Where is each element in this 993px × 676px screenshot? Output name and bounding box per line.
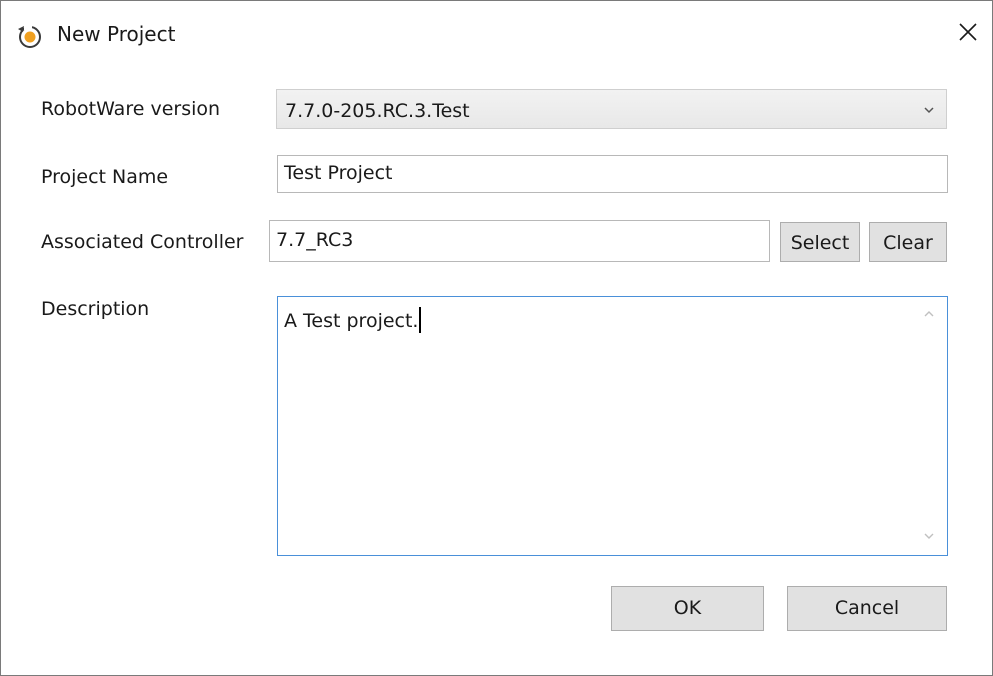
new-project-dialog: New Project RobotWare version 7.7.0-205.… bbox=[0, 0, 993, 676]
robotware-version-dropdown[interactable]: 7.7.0-205.RC.3.Test bbox=[276, 89, 947, 129]
scroll-down-button[interactable] bbox=[912, 520, 946, 554]
project-name-field[interactable]: Test Project bbox=[277, 155, 948, 193]
chevron-down-icon bbox=[922, 528, 936, 547]
chevron-down-icon bbox=[922, 102, 936, 116]
select-button[interactable]: Select bbox=[780, 222, 860, 262]
associated-controller-field[interactable]: 7.7_RC3 bbox=[269, 220, 770, 262]
project-name-value: Test Project bbox=[284, 162, 393, 184]
project-name-label: Project Name bbox=[41, 166, 169, 188]
description-value: A Test project. bbox=[284, 310, 419, 332]
robotware-version-label: RobotWare version bbox=[41, 98, 221, 120]
title-bar: New Project bbox=[1, 1, 992, 67]
window-title: New Project bbox=[57, 22, 176, 46]
description-text: A Test project. bbox=[284, 307, 422, 333]
description-textarea[interactable]: A Test project. bbox=[277, 296, 948, 556]
clear-button-label: Clear bbox=[883, 232, 933, 254]
chevron-up-icon bbox=[922, 306, 936, 325]
cancel-button-label: Cancel bbox=[834, 597, 900, 619]
cancel-button[interactable]: Cancel bbox=[787, 586, 947, 631]
scroll-up-button[interactable] bbox=[912, 298, 946, 332]
associated-controller-label: Associated Controller bbox=[41, 231, 244, 253]
text-caret bbox=[419, 307, 422, 333]
associated-controller-value: 7.7_RC3 bbox=[276, 229, 354, 251]
ok-button[interactable]: OK bbox=[611, 586, 764, 631]
description-label: Description bbox=[41, 298, 150, 320]
ok-button-label: OK bbox=[673, 597, 702, 619]
rotate-arrow-icon bbox=[15, 21, 45, 51]
description-scrollbar[interactable] bbox=[912, 298, 946, 554]
close-button[interactable] bbox=[947, 15, 989, 53]
close-icon bbox=[958, 22, 978, 46]
robotware-version-value: 7.7.0-205.RC.3.Test bbox=[285, 100, 470, 122]
select-button-label: Select bbox=[790, 232, 850, 254]
clear-button[interactable]: Clear bbox=[869, 222, 947, 262]
